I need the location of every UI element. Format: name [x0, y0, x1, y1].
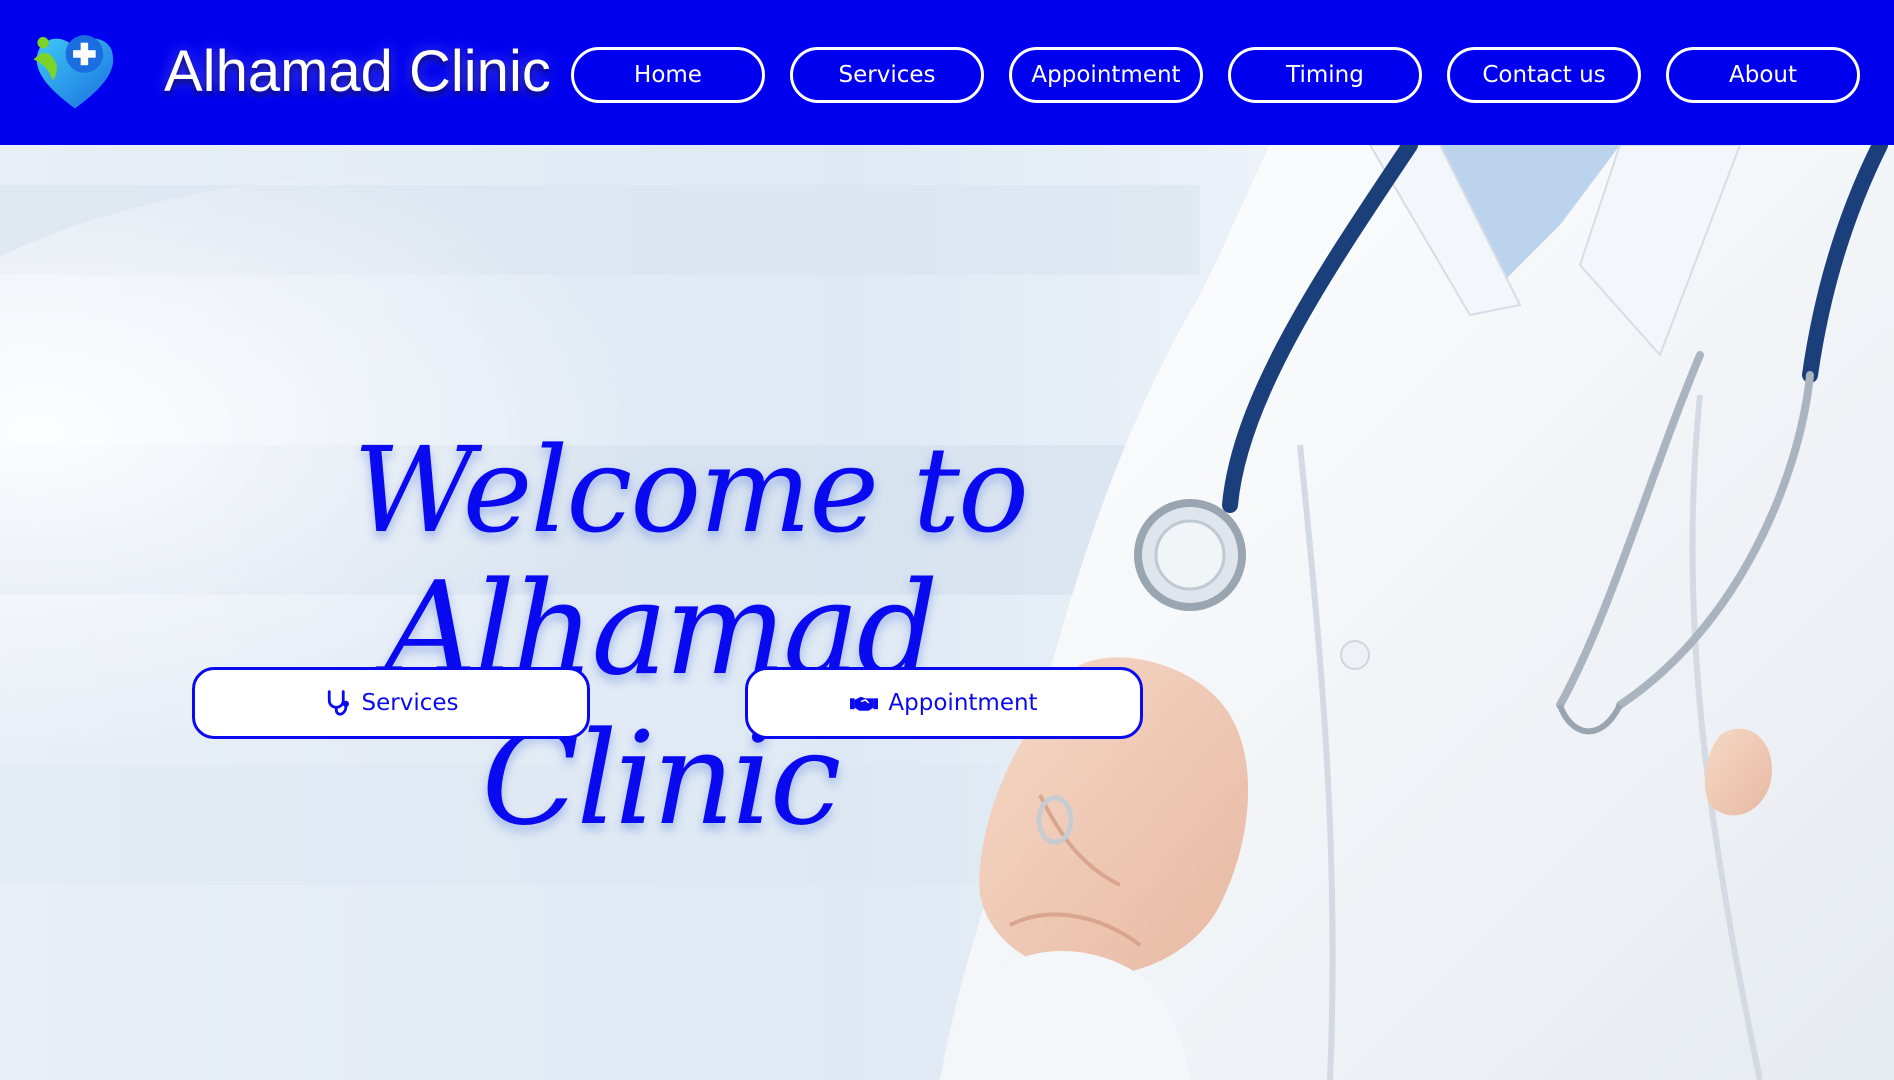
nav-about-button[interactable]: About — [1666, 47, 1860, 103]
hero-appointment-label: Appointment — [888, 690, 1038, 716]
welcome-heading: Welcome to Alhamad Clinic — [250, 425, 1070, 855]
nav-services-button[interactable]: Services — [790, 47, 984, 103]
brand-title[interactable]: Alhamad Clinic — [164, 38, 551, 105]
nav-home-button[interactable]: Home — [571, 47, 765, 103]
welcome-line1: Welcome to — [352, 421, 1029, 559]
hero-services-label: Services — [361, 690, 459, 716]
hero-appointment-button[interactable]: Appointment — [745, 667, 1143, 739]
site-header: Alhamad Clinic Home Services Appointment… — [0, 0, 1894, 145]
nav-contact-button[interactable]: Contact us — [1447, 47, 1641, 103]
hero-section: Welcome to Alhamad Clinic Services Appoi… — [0, 145, 1894, 1080]
heart-plus-person-icon[interactable] — [28, 22, 122, 116]
nav-appointment-button[interactable]: Appointment — [1009, 47, 1203, 103]
page: Alhamad Clinic Home Services Appointment… — [0, 0, 1894, 1080]
stethoscope-icon — [327, 690, 349, 716]
nav-timing-button[interactable]: Timing — [1228, 47, 1422, 103]
handshake-icon — [850, 696, 879, 711]
hero-services-button[interactable]: Services — [192, 667, 590, 739]
